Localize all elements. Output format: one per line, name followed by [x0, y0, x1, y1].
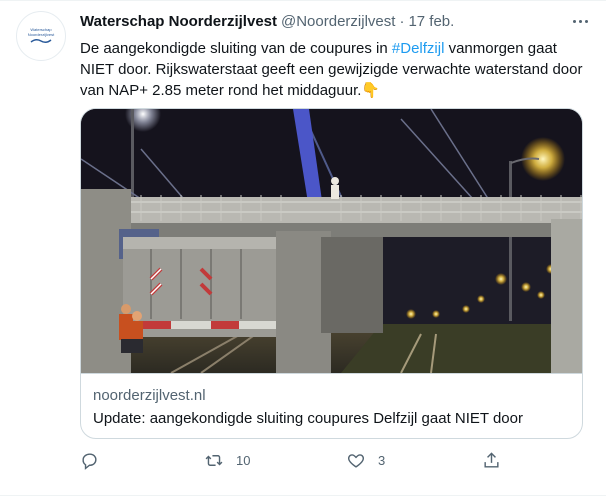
header-separator: · — [399, 13, 405, 30]
retweet-count: 10 — [236, 453, 251, 468]
tweet-actions: 10 3 — [80, 451, 510, 473]
share-icon — [484, 452, 499, 468]
reply-button[interactable] — [80, 451, 111, 470]
avatar-logo-text: Waterschap Noorderzijlvest — [27, 27, 55, 37]
more-dots-icon — [572, 19, 576, 23]
avatar[interactable]: Waterschap Noorderzijlvest — [16, 11, 66, 61]
pointing-down-emoji: 👇 — [361, 82, 381, 99]
retweet-icon — [205, 455, 223, 466]
retweet-button[interactable]: 10 — [204, 451, 250, 470]
avatar-logo: Waterschap Noorderzijlvest — [20, 27, 62, 44]
more-dot — [578, 19, 582, 23]
more-options-button[interactable] — [568, 11, 592, 31]
more-dot — [584, 19, 588, 23]
card-footer[interactable]: noorderzijlvest.nl Update: aangekondigde… — [81, 373, 582, 438]
wave-icon — [30, 38, 52, 43]
author-handle[interactable]: @Noorderzijlvest — [281, 13, 395, 30]
card-title[interactable]: Update: aangekondigde sluiting coupures … — [93, 409, 572, 429]
like-count: 3 — [378, 453, 386, 468]
hashtag-link[interactable]: #Delfzijl — [392, 40, 445, 57]
tweet[interactable]: Waterschap Noorderzijlvest Waterschap No… — [0, 0, 606, 496]
like-button[interactable]: 3 — [346, 451, 385, 470]
night-flood-gate-photo — [81, 109, 582, 374]
heart-icon — [347, 454, 365, 468]
link-card[interactable]: noorderzijlvest.nl Update: aangekondigde… — [80, 108, 583, 439]
share-button[interactable] — [482, 451, 501, 470]
card-image[interactable] — [81, 109, 582, 374]
card-domain: noorderzijlvest.nl — [93, 387, 206, 404]
tweet-text: De aangekondigde sluiting van de coupure… — [80, 38, 590, 101]
tweet-text-part1: De aangekondigde sluiting van de coupure… — [80, 40, 392, 57]
reply-icon — [82, 453, 97, 470]
author-name[interactable]: Waterschap Noorderzijlvest — [80, 13, 277, 30]
tweet-header: Waterschap Noorderzijlvest @Noorderzijlv… — [80, 13, 454, 30]
tweet-date[interactable]: 17 feb. — [408, 13, 454, 30]
